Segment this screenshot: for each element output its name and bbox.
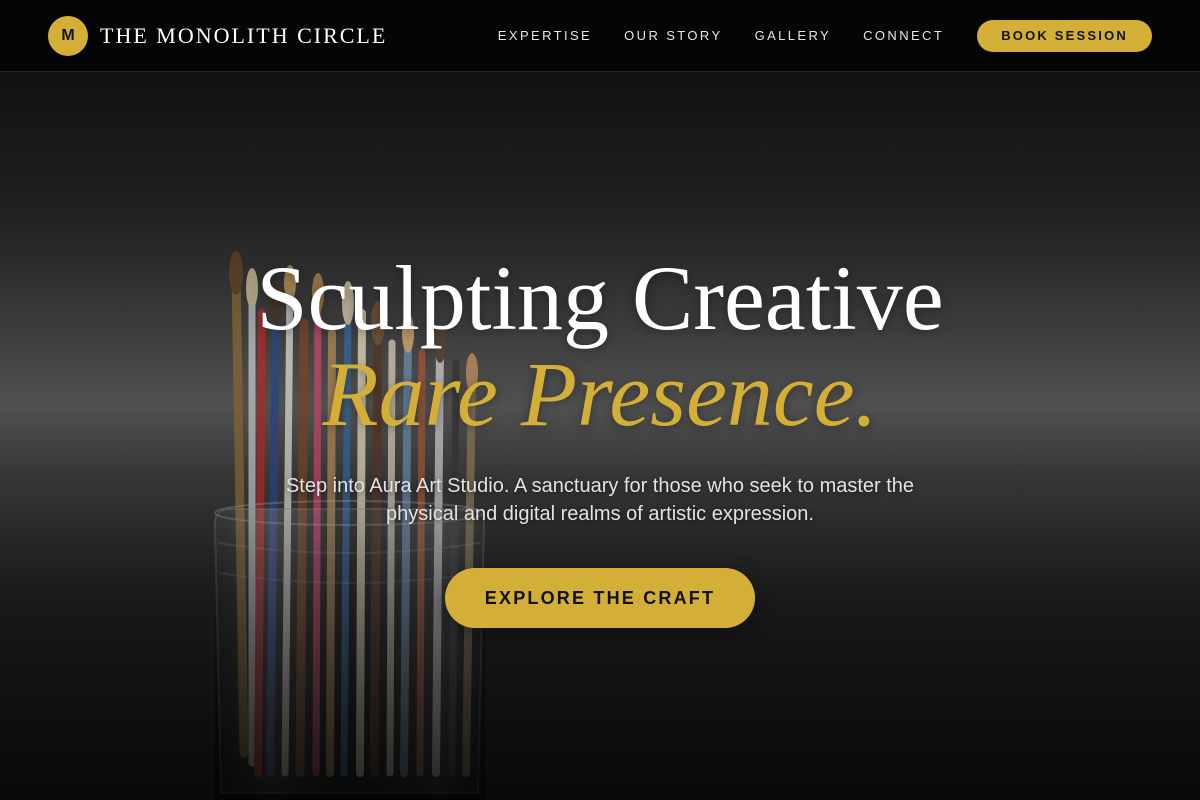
hero-section: Sculpting Creative Rare Presence. Step i… (0, 73, 1200, 800)
hero-content: Sculpting Creative Rare Presence. Step i… (0, 250, 1200, 628)
hero-title-accent: Rare Presence. (322, 343, 878, 445)
brand-monogram-icon: M (48, 15, 88, 56)
top-navbar: M THE MONOLITH CIRCLE EXPERTISE OUR STOR… (0, 0, 1200, 72)
book-session-button[interactable]: BOOK SESSION (977, 19, 1152, 52)
nav-link-our-story[interactable]: OUR STORY (624, 28, 722, 43)
brand-logo[interactable]: M THE MONOLITH CIRCLE (48, 15, 388, 56)
nav-link-gallery[interactable]: GALLERY (755, 28, 832, 43)
main-nav: EXPERTISE OUR STORY GALLERY CONNECT BOOK… (498, 19, 1152, 52)
brand-name: THE MONOLITH CIRCLE (100, 22, 388, 48)
explore-craft-button[interactable]: EXPLORE THE CRAFT (444, 568, 756, 628)
nav-link-connect[interactable]: CONNECT (863, 28, 944, 43)
hero-title-line: Sculpting Creative (256, 247, 944, 349)
nav-link-expertise[interactable]: EXPERTISE (498, 28, 592, 43)
hero-heading: Sculpting Creative Rare Presence. (0, 250, 1200, 442)
hero-subtitle: Step into Aura Art Studio. A sanctuary f… (285, 475, 915, 525)
